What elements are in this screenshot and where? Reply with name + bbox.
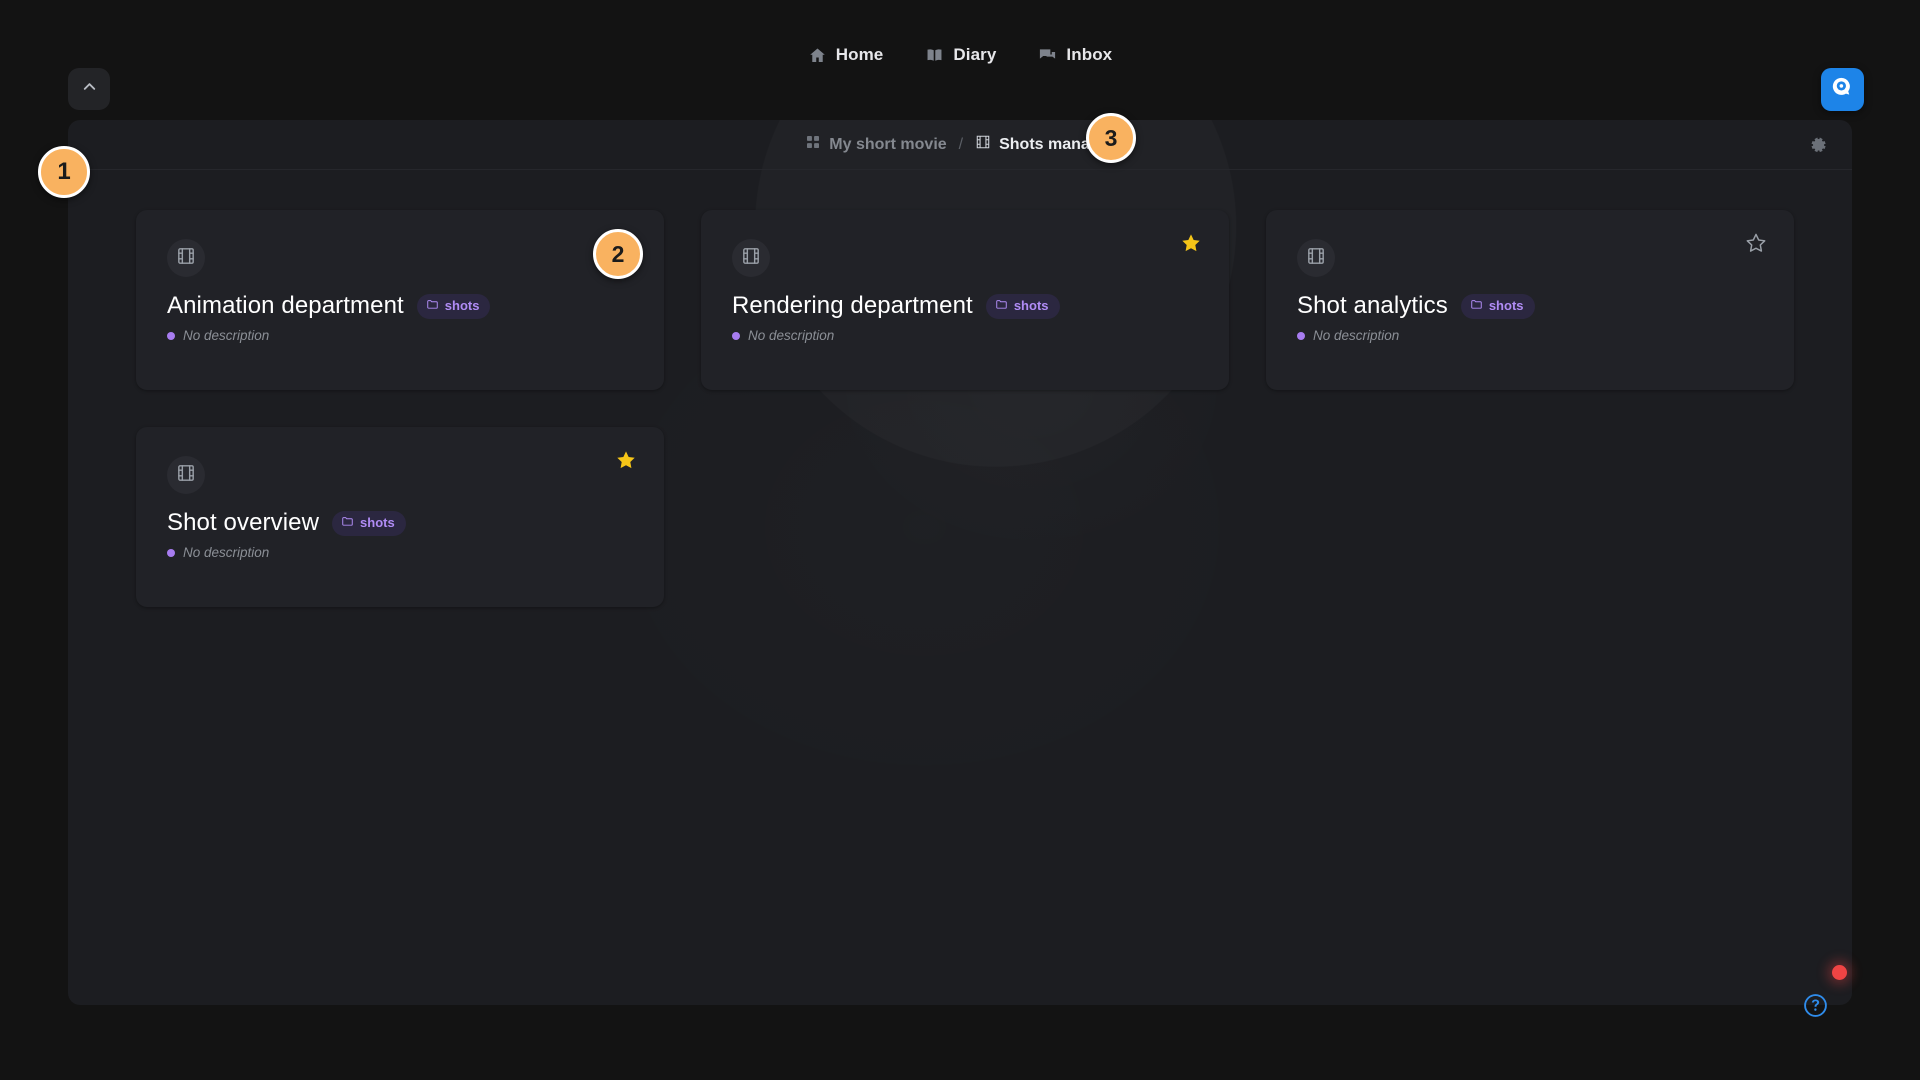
card-content: Shot analytics shots No description [1297,239,1774,343]
status-dot-icon [167,548,175,557]
status-dot-icon [167,331,175,340]
main-nav: Home Diary Inbox [806,41,1115,69]
breadcrumb-separator: / [958,135,964,153]
card-tag-label: shots [1488,298,1524,314]
annotation-badge-3: 3 [1086,113,1136,163]
card-shot-analytics[interactable]: Shot analytics shots No description [1266,210,1794,390]
folder-icon [1470,298,1483,314]
card-description: No description [748,328,835,344]
card-animation-department[interactable]: Animation department shots No descriptio… [136,210,664,390]
card-tag-label: shots [360,515,395,531]
status-dot-icon [732,331,740,340]
card-title-row: Shot analytics shots [1297,292,1774,319]
folder-icon [341,515,354,531]
card-tag-label: shots [1013,298,1049,314]
card-description: No description [1313,328,1400,344]
folder-icon [426,298,439,314]
home-icon [808,46,827,65]
breadcrumb-parent-label: My short movie [829,135,947,153]
nav-item-home[interactable]: Home [806,41,886,69]
card-tag-shots[interactable]: shots [416,293,491,319]
card-description: No description [183,545,270,561]
card-title: Rendering department [732,292,973,319]
grid-icon [805,134,821,155]
card-title-row: Animation department shots [167,292,644,319]
card-content: Animation department shots No descriptio… [167,239,644,343]
breadcrumb: My short movie / Shots manager [805,134,1115,155]
card-content: Shot overview shots No description [167,456,644,560]
annotation-badge-2: 2 [593,229,643,279]
folder-icon [995,298,1008,314]
main-panel: My short movie / Shots manager Animation… [68,120,1852,1005]
shots-card-grid: Animation department shots No descriptio… [136,210,1796,607]
card-title-row: Rendering department shots [732,292,1209,319]
card-thumbnail [1297,239,1335,277]
card-description-row: No description [167,545,644,560]
card-tag-label: shots [444,298,480,314]
nav-item-diary-label: Diary [953,45,997,64]
card-thumbnail [167,239,205,277]
breadcrumb-bar: My short movie / Shots manager [68,120,1852,170]
card-description: No description [183,328,270,344]
annotation-badge-1: 1 [38,146,90,198]
card-thumbnail [167,456,205,494]
card-title-row: Shot overview shots [167,509,644,536]
breadcrumb-parent[interactable]: My short movie [805,134,947,155]
collapse-panel-button[interactable] [68,68,110,110]
chat-icon [1038,46,1057,65]
film-icon [741,246,761,271]
book-icon [925,46,944,65]
nav-item-inbox-label: Inbox [1066,45,1113,64]
card-description-row: No description [167,328,644,343]
card-rendering-department[interactable]: Rendering department shots No descriptio… [701,210,1229,390]
settings-button[interactable] [1806,133,1830,157]
film-icon [1306,246,1326,271]
film-icon [176,246,196,271]
card-tag-shots[interactable]: shots [332,510,406,536]
chevron-up-icon [80,77,99,101]
status-dot-icon [1297,331,1305,340]
card-title: Shot analytics [1297,292,1448,319]
help-button[interactable] [1803,993,1828,1018]
help-circle-icon [1803,994,1828,1022]
card-title: Animation department [167,292,404,319]
nav-item-home-label: Home [835,45,884,64]
card-description-row: No description [732,328,1209,343]
card-content: Rendering department shots No descriptio… [732,239,1209,343]
card-title: Shot overview [167,509,320,536]
app-launcher-button[interactable] [1821,68,1864,111]
card-tag-shots[interactable]: shots [1460,293,1535,319]
record-dot-icon [1832,965,1847,980]
app-root: Home Diary Inbox My short movie / Shots … [0,0,1920,1080]
nav-item-diary[interactable]: Diary [923,41,998,69]
card-thumbnail [732,239,770,277]
card-tag-shots[interactable]: shots [985,293,1060,319]
card-shot-overview[interactable]: Shot overview shots No description [136,427,664,607]
nav-item-inbox[interactable]: Inbox [1036,41,1114,69]
gear-icon [1806,135,1830,155]
top-navigation-bar: Home Diary Inbox [0,0,1920,110]
film-icon [176,463,196,488]
chat-bubble-logo-icon [1829,74,1856,106]
card-description-row: No description [1297,328,1774,343]
film-icon [975,134,991,155]
